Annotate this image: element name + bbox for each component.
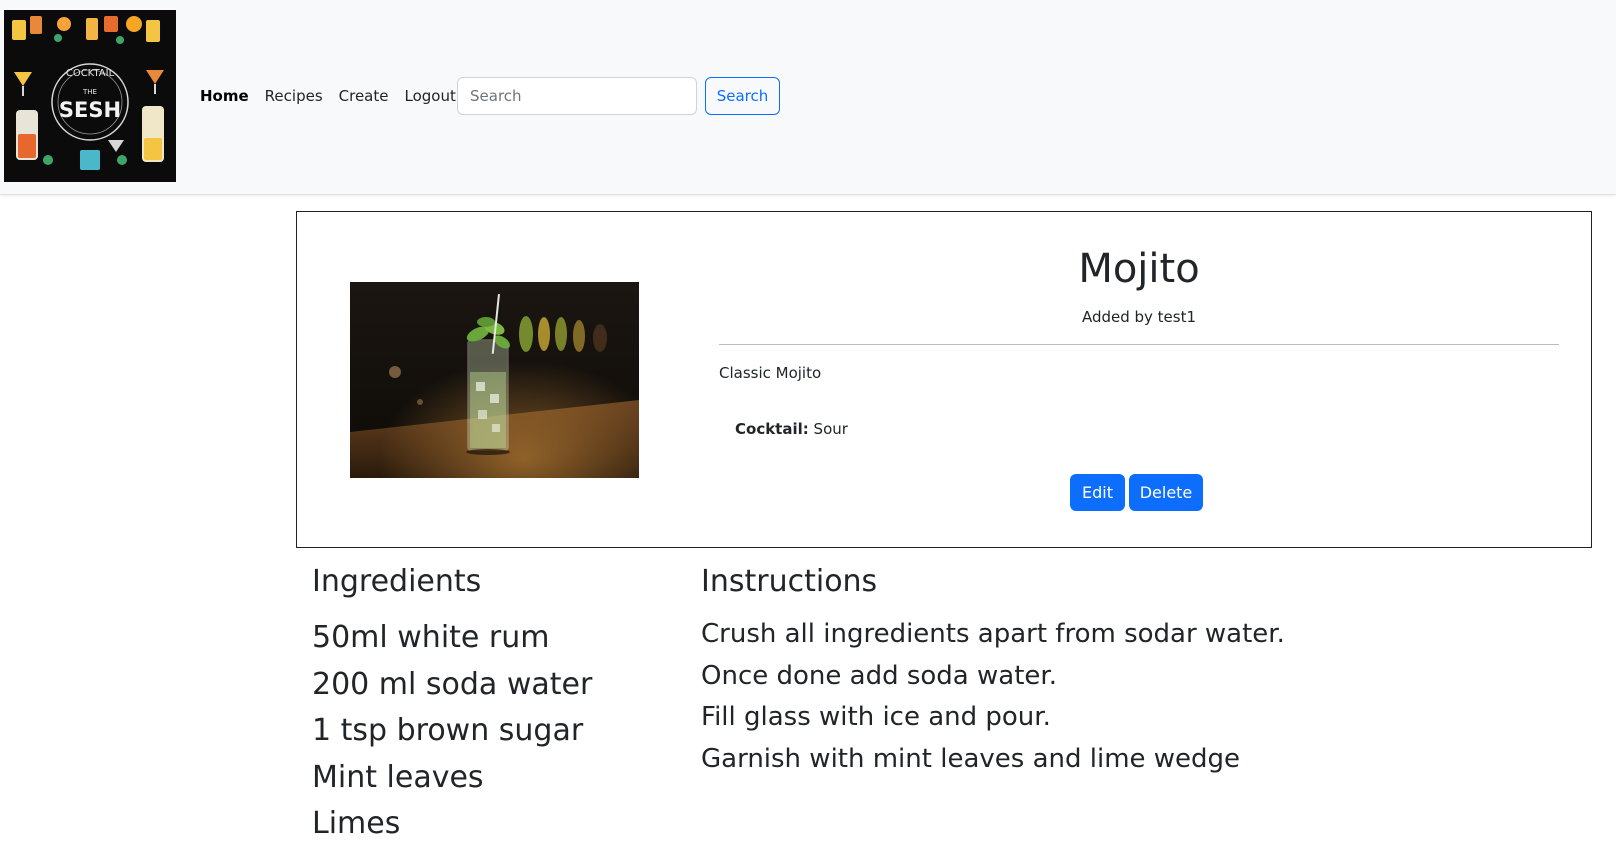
instructions-list: Crush all ingredients apart from sodar w… xyxy=(701,616,1285,782)
ingredient-item: 50ml white rum xyxy=(312,620,550,655)
recipe-description: Classic Mojito xyxy=(719,364,822,382)
ingredient-item: 1 tsp brown sugar xyxy=(312,713,584,748)
logo-text-top: COCKTAIL xyxy=(66,68,115,79)
recipe-title: Mojito xyxy=(1078,246,1200,292)
ingredient-item: Mint leaves xyxy=(312,759,484,795)
instruction-step: Crush all ingredients apart from sodar w… xyxy=(701,619,1285,649)
nav-link-home[interactable]: Home xyxy=(200,87,249,105)
recipe-card: Mojito Added by test1 Classic Mojito Coc… xyxy=(296,211,1592,548)
nav-link-recipes[interactable]: Recipes xyxy=(265,87,323,105)
nav-link-logout[interactable]: Logout xyxy=(404,87,455,105)
instructions-heading: Instructions xyxy=(701,564,878,599)
search-input[interactable] xyxy=(457,77,697,115)
ingredient-item: Limes xyxy=(312,806,401,841)
delete-button[interactable]: Delete xyxy=(1129,474,1203,511)
instruction-step: Garnish with mint leaves and lime wedge xyxy=(701,743,1241,774)
instruction-step: Fill glass with ice and pour. xyxy=(701,702,1051,732)
category-value: Sour xyxy=(813,420,848,438)
recipe-image xyxy=(350,282,639,478)
recipe-category: Cocktail: Sour xyxy=(735,420,848,438)
ingredients-list: 50ml white rum 200 ml soda water 1 tsp b… xyxy=(312,618,592,851)
instruction-step: Once done add soda water. xyxy=(701,660,1057,691)
logo-text-the: THE xyxy=(82,88,97,96)
search-button[interactable]: Search xyxy=(705,77,780,115)
mojito-photo-icon xyxy=(350,282,639,478)
ingredients-heading: Ingredients xyxy=(312,564,482,599)
navbar: COCKTAIL THE SESH Home Recipes Create Lo… xyxy=(0,0,1616,195)
edit-button[interactable]: Edit xyxy=(1070,474,1125,511)
nav-link-create[interactable]: Create xyxy=(339,87,389,105)
divider xyxy=(719,344,1559,345)
recipe-author: Added by test1 xyxy=(1081,308,1197,326)
nav-links: Home Recipes Create Logout xyxy=(200,84,472,108)
logo-text-main: SESH xyxy=(59,98,121,122)
cocktail-sesh-logo-icon: COCKTAIL THE SESH xyxy=(4,10,176,182)
ingredient-item: 200 ml soda water xyxy=(312,666,593,702)
category-label: Cocktail: xyxy=(735,420,809,438)
brand-logo[interactable]: COCKTAIL THE SESH xyxy=(4,10,176,182)
